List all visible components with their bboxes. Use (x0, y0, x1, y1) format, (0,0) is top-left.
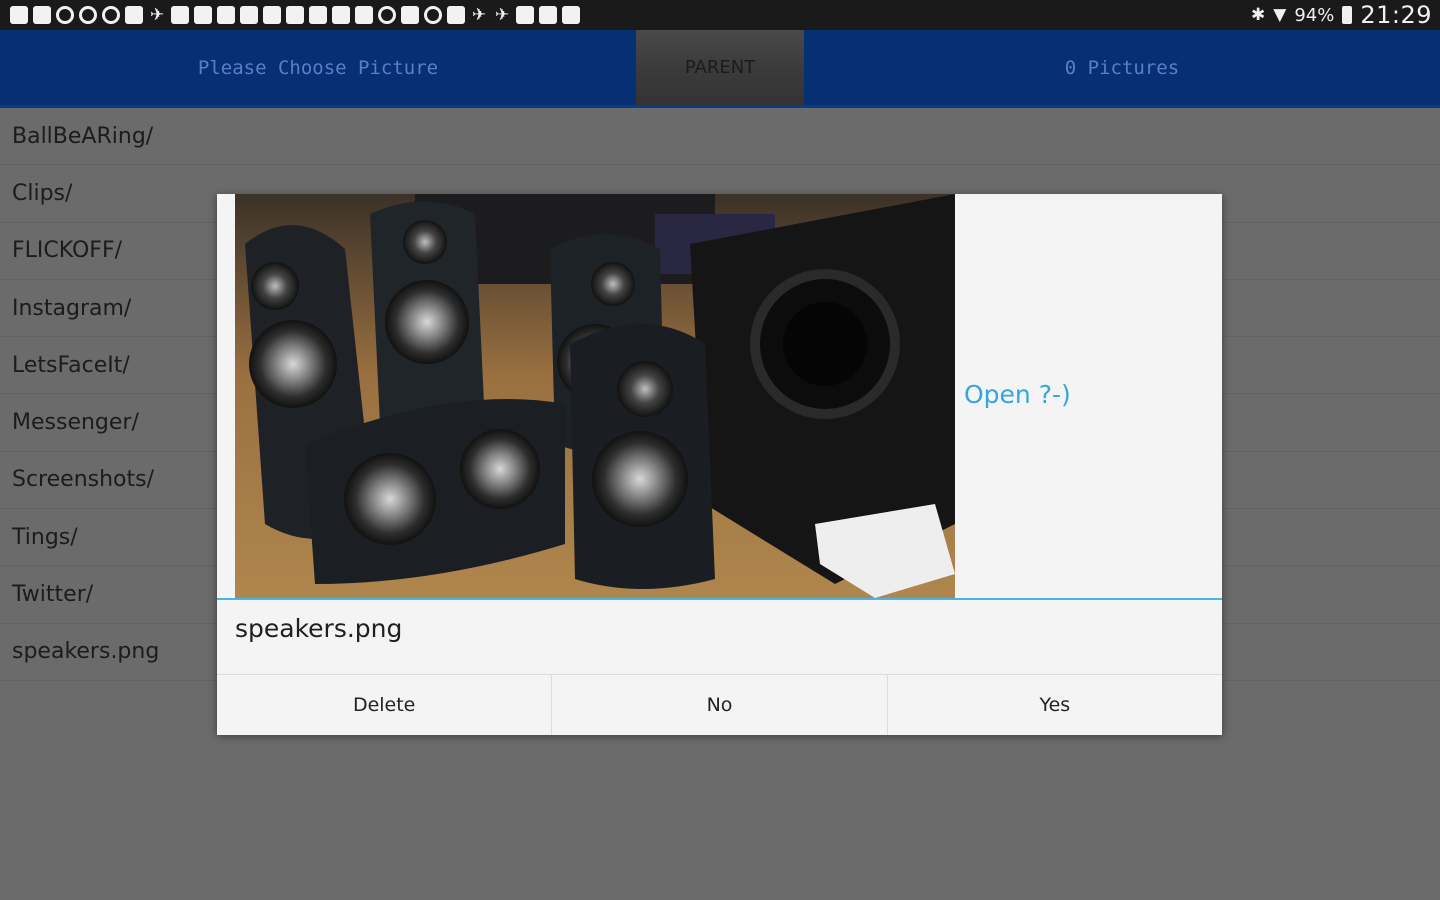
circle-icon (424, 6, 442, 24)
app-icon (309, 6, 327, 24)
twitter-icon: ✈ (149, 5, 165, 25)
dialog-button-row: Delete No Yes (217, 674, 1222, 735)
circle-icon (378, 6, 396, 24)
circle-icon (79, 6, 97, 24)
app-icon (286, 6, 304, 24)
circle-icon (102, 6, 120, 24)
battery-level: 94% (1294, 4, 1335, 26)
status-right: ✱ ▼ 94% 21:29 (1251, 0, 1432, 30)
notification-icons: ✈ ✈ ✈ (10, 6, 580, 24)
page-title: Please Choose Picture (197, 56, 439, 79)
app-icon (332, 6, 350, 24)
app-icon (33, 6, 51, 24)
app-icon (194, 6, 212, 24)
dialog-divider (217, 598, 1222, 600)
status-bar: ✈ ✈ ✈ ✱ ▼ 94% 21:29 (0, 0, 1440, 30)
app-icon (263, 6, 281, 24)
clock: 21:29 (1360, 1, 1432, 29)
app-icon (171, 6, 189, 24)
app-icon (125, 6, 143, 24)
delete-button[interactable]: Delete (217, 675, 552, 735)
app-icon (539, 6, 557, 24)
bluetooth-icon: ✱ (1250, 5, 1266, 25)
image-icon (355, 6, 373, 24)
top-bar: Please Choose Picture PARENT 0 Pictures (0, 30, 1440, 108)
circle-icon (56, 6, 74, 24)
yes-button[interactable]: Yes (886, 675, 1222, 735)
no-button[interactable]: No (551, 675, 887, 735)
picture-count: 0 Pictures (1064, 56, 1180, 79)
speakers-photo (235, 194, 955, 598)
twitter-icon: ✈ (494, 5, 510, 25)
list-item[interactable]: BallBeARing/ (0, 108, 1440, 166)
battery-icon (1342, 6, 1353, 24)
parent-button[interactable]: PARENT (636, 30, 804, 105)
open-picture-dialog: Open ?-) speakers.png Delete No Yes (217, 194, 1222, 735)
twitter-icon: ✈ (471, 5, 487, 25)
app-icon (401, 6, 419, 24)
app-icon (217, 6, 235, 24)
open-link[interactable]: Open ?-) (964, 380, 1071, 409)
app-icon (240, 6, 258, 24)
wifi-icon: ▼ (1273, 5, 1287, 25)
image-preview[interactable] (235, 194, 955, 598)
app-icon (516, 6, 534, 24)
app-icon (10, 6, 28, 24)
app-icon (562, 6, 580, 24)
app-icon (447, 6, 465, 24)
selected-filename: speakers.png (235, 614, 403, 643)
